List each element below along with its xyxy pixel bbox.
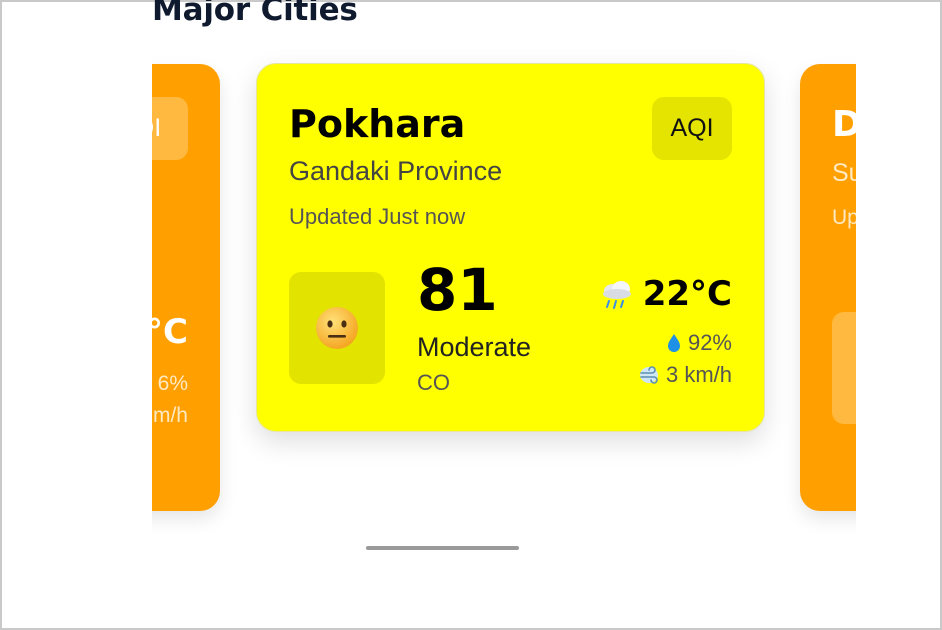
aqi-level: Moderate bbox=[417, 332, 532, 362]
aqi-button[interactable]: AQI bbox=[652, 97, 732, 160]
city-name: D bbox=[832, 104, 856, 145]
wind-icon bbox=[639, 366, 658, 384]
updated-time: Up bbox=[832, 206, 856, 229]
city-card-previous[interactable]: QI °C 6% m/h bbox=[152, 64, 220, 511]
temperature-value: °C bbox=[152, 312, 188, 352]
wind-row: 3 km/h bbox=[638, 362, 732, 388]
humidity-row: 92% bbox=[666, 330, 732, 356]
updated-time: Updated Just now bbox=[289, 204, 466, 229]
temperature-value: 22°C bbox=[642, 274, 732, 314]
main-pollutant: CO bbox=[417, 370, 450, 395]
humidity-value: 6% bbox=[157, 372, 188, 395]
wind-value: m/h bbox=[152, 404, 188, 427]
neutral-face-icon bbox=[316, 307, 358, 349]
section-title: Major Cities bbox=[152, 0, 358, 28]
droplet-icon bbox=[667, 334, 680, 352]
aqi-button[interactable]: QI bbox=[152, 97, 188, 160]
province-name: Gandaki Province bbox=[289, 156, 503, 186]
city-card-pokhara[interactable]: Pokhara Gandaki Province Updated Just no… bbox=[256, 63, 765, 432]
weather-row: 22°C bbox=[599, 274, 732, 314]
province-name: Su bbox=[832, 159, 856, 187]
aqi-value: 81 bbox=[417, 256, 498, 324]
aqi-face-tile bbox=[832, 312, 856, 424]
rain-cloud-icon bbox=[602, 281, 631, 309]
carousel-scroll-indicator[interactable] bbox=[366, 546, 519, 550]
city-carousel[interactable]: QI °C 6% m/h Pokhara Gandaki Province Up… bbox=[152, 42, 856, 542]
wind-value: 3 km/h bbox=[665, 362, 732, 387]
city-name: Pokhara bbox=[289, 102, 466, 146]
humidity-value: 92% bbox=[687, 330, 732, 355]
city-card-next[interactable]: D Su Up bbox=[800, 64, 856, 511]
aqi-face-tile bbox=[289, 272, 385, 384]
